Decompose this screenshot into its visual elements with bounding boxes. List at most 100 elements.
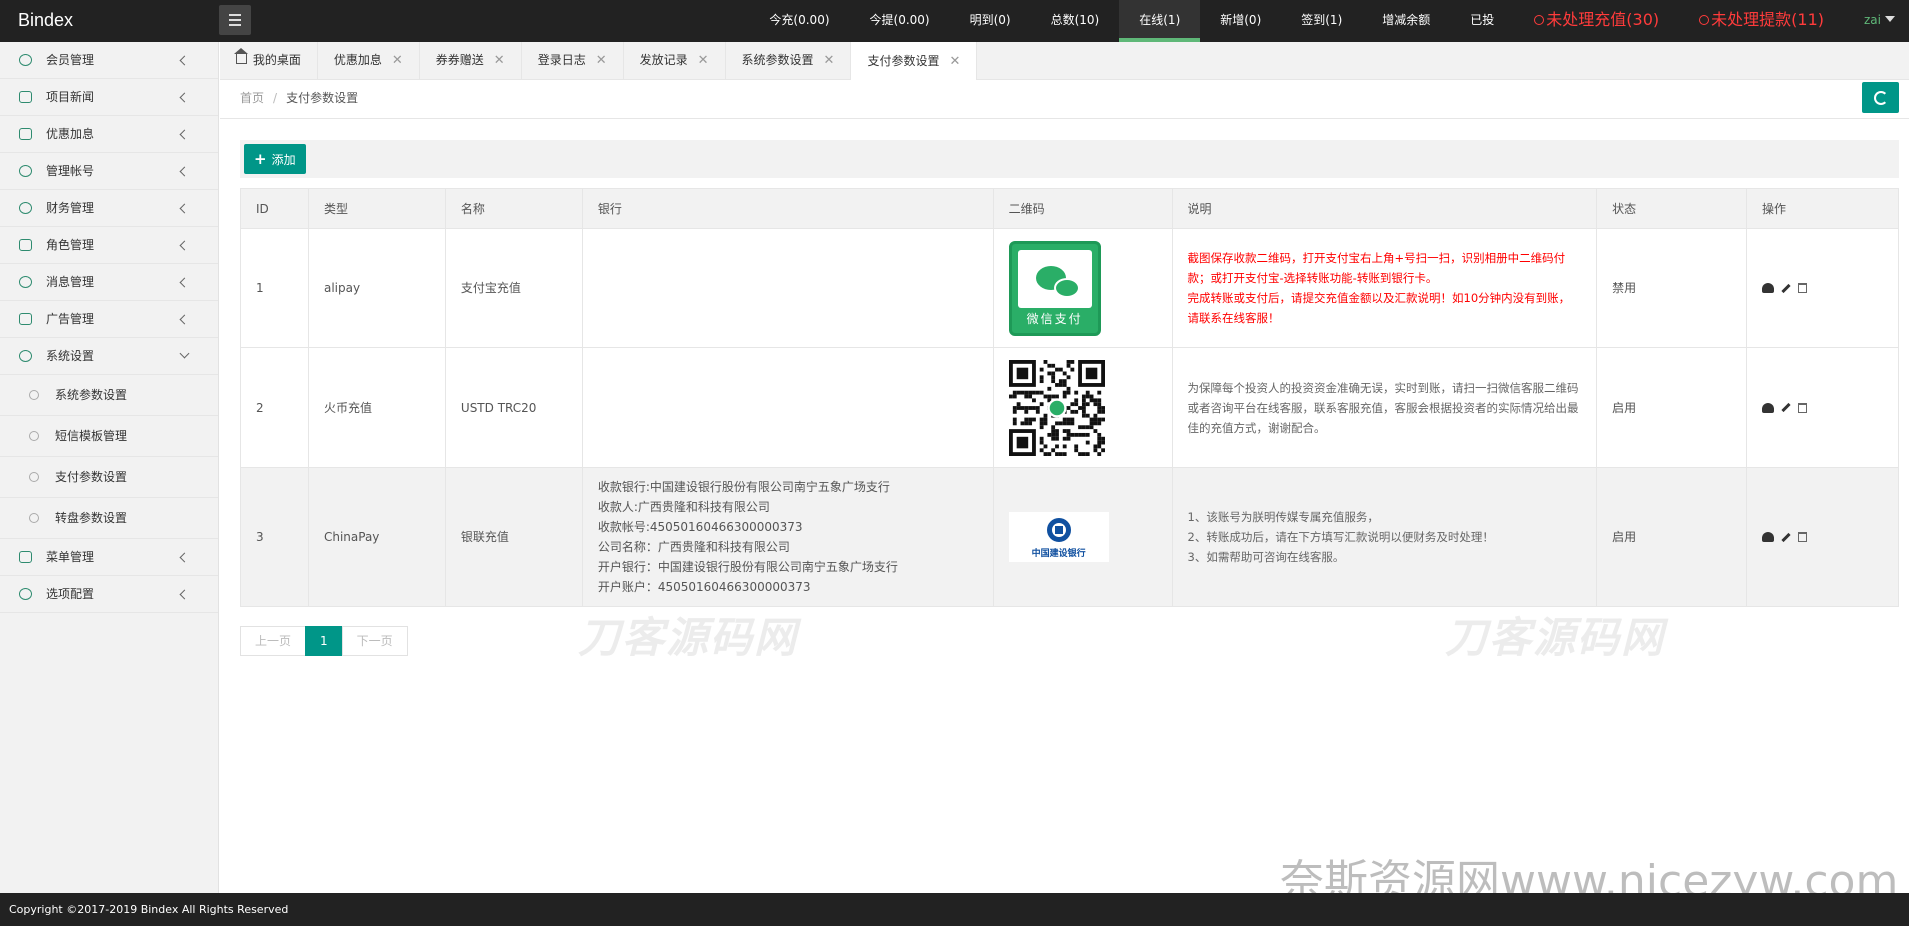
prev-page-button[interactable]: 上一页 (240, 626, 307, 656)
cell-description: 为保障每个投资人的投资资金准确无误，实时到账，请扫一扫微信客服二维码或者咨询平台… (1171, 347, 1598, 468)
sidebar-item-ads[interactable]: 广告管理 (0, 301, 218, 338)
delete-icon[interactable] (1798, 283, 1808, 293)
sidebar-item-messages[interactable]: 消息管理 (0, 264, 218, 301)
sidebar-sub-payment-params[interactable]: 支付参数设置 (0, 457, 218, 498)
breadcrumb-home[interactable]: 首页 (240, 91, 264, 105)
nav-invested[interactable]: 已投 (1450, 0, 1514, 42)
add-button[interactable]: + 添加 (244, 144, 306, 174)
col-name[interactable]: 名称 (444, 188, 583, 229)
chevron-left-icon (179, 55, 190, 66)
chevron-left-icon (179, 92, 190, 103)
bank-line: 开户账户：45050160466300000373 (597, 580, 811, 594)
home-icon (234, 48, 248, 64)
tab-login-log[interactable]: 登录日志 ✕ (522, 42, 624, 79)
tab-desktop[interactable]: 我的桌面 (220, 42, 318, 79)
chevron-left-icon (179, 589, 190, 600)
close-icon[interactable]: ✕ (824, 42, 835, 79)
wechat-pay-logo[interactable]: 微信支付 (1008, 240, 1101, 336)
app-logo[interactable]: Bindex (18, 0, 73, 40)
nav-online[interactable]: 在线(1) (1119, 0, 1201, 42)
menu-toggle-button[interactable] (219, 5, 251, 35)
col-bank[interactable]: 银行 (581, 188, 994, 229)
col-type[interactable]: 类型 (307, 188, 446, 229)
qr-code-image[interactable] (1008, 359, 1105, 456)
sidebar-item-promotions[interactable]: 优惠加息 (0, 116, 218, 153)
cell-bank (581, 228, 994, 348)
sidebar-sub-system-params[interactable]: 系统参数设置 (0, 375, 218, 416)
close-icon[interactable]: ✕ (392, 42, 403, 79)
chevron-left-icon (179, 240, 190, 251)
chevron-left-icon (179, 314, 190, 325)
sidebar-item-members[interactable]: 会员管理 (0, 42, 218, 79)
cell-actions (1746, 347, 1899, 468)
nav-tomorrow-due[interactable]: 明到(0) (950, 0, 1031, 42)
edit-icon[interactable] (1781, 402, 1791, 413)
nav-pending-withdraw[interactable]: 未处理提款(11) (1679, 0, 1844, 42)
ccb-mark-icon (1046, 518, 1071, 542)
alert-icon (1699, 15, 1710, 25)
sidebar-item-options[interactable]: 选项配置 (0, 576, 218, 613)
nav-pending-recharge[interactable]: 未处理充值(30) (1514, 0, 1679, 42)
user-icon (19, 54, 32, 66)
book-icon (19, 91, 32, 103)
close-icon[interactable]: ✕ (596, 42, 607, 79)
cell-status: 禁用 (1596, 228, 1748, 348)
col-qrcode[interactable]: 二维码 (992, 188, 1173, 229)
delete-icon[interactable] (1798, 402, 1808, 413)
upload-icon[interactable] (1762, 283, 1775, 293)
page-1-button[interactable]: 1 (305, 626, 343, 656)
tab-promotions[interactable]: 优惠加息 ✕ (318, 42, 420, 79)
tab-coupons[interactable]: 券券赠送 ✕ (420, 42, 522, 79)
upload-icon[interactable] (1762, 532, 1775, 542)
sidebar-sub-sms-templates[interactable]: 短信模板管理 (0, 416, 218, 457)
nav-new[interactable]: 新增(0) (1200, 0, 1281, 42)
nav-checkin[interactable]: 签到(1) (1281, 0, 1362, 42)
next-page-button[interactable]: 下一页 (341, 626, 408, 656)
col-actions[interactable]: 操作 (1746, 188, 1899, 229)
upload-icon[interactable] (1762, 402, 1775, 413)
edit-icon[interactable] (1781, 283, 1791, 293)
sidebar: 会员管理 项目新闻 优惠加息 管理帐号 财务管理 角色管理 消息管理 广告管理 … (0, 42, 219, 893)
ccb-bank-logo[interactable]: 中国建设银行 (1008, 512, 1109, 562)
sidebar-item-news[interactable]: 项目新闻 (0, 79, 218, 116)
col-description[interactable]: 说明 (1171, 188, 1598, 229)
bank-line: 收款帐号:45050160466300000373 (597, 520, 803, 534)
sidebar-item-finance[interactable]: 财务管理 (0, 190, 218, 227)
chevron-left-icon (179, 552, 190, 563)
nav-today-withdraw[interactable]: 今提(0.00) (850, 0, 950, 42)
nav-adjust-balance[interactable]: 增减余额 (1362, 0, 1450, 42)
col-id[interactable]: ID (240, 188, 309, 229)
cell-type: 火币充值 (307, 347, 446, 468)
cell-qrcode: 微信支付 (992, 228, 1173, 348)
cell-bank (581, 347, 994, 468)
nav-total[interactable]: 总数(10) (1031, 0, 1120, 42)
nav-today-recharge[interactable]: 今充(0.00) (749, 0, 849, 42)
yen-icon (19, 202, 32, 214)
edit-icon[interactable] (1781, 532, 1791, 542)
refresh-button[interactable] (1862, 82, 1899, 113)
watermark: 刀客源码网 (1445, 613, 1666, 662)
plus-icon: + (254, 150, 267, 168)
pagination: 上一页 1 下一页 (240, 626, 408, 656)
table-row[interactable]: 3 ChinaPay 银联充值 收款银行:中国建设银行股份有限公司南宁五象广场支… (240, 467, 1899, 607)
close-icon[interactable]: ✕ (494, 42, 505, 79)
bank-line: 公司名称：广西贵隆和科技有限公司 (597, 540, 790, 554)
tab-issue-records[interactable]: 发放记录 ✕ (624, 42, 726, 79)
col-status[interactable]: 状态 (1596, 188, 1748, 229)
close-icon[interactable]: ✕ (949, 43, 960, 80)
sidebar-item-roles[interactable]: 角色管理 (0, 227, 218, 264)
bank-line: 收款人:广西贵隆和科技有限公司 (597, 500, 770, 514)
user-menu[interactable]: zai (1844, 0, 1909, 42)
delete-icon[interactable] (1798, 532, 1808, 542)
sidebar-item-admin-accounts[interactable]: 管理帐号 (0, 153, 218, 190)
cell-qrcode: 中国建设银行 (992, 467, 1173, 607)
sidebar-sub-wheel-params[interactable]: 转盘参数设置 (0, 498, 218, 539)
close-icon[interactable]: ✕ (698, 42, 709, 79)
alert-icon (1534, 15, 1545, 25)
table-row[interactable]: 2 火币充值 USTD TRC20 为保障每个投资人的投资资金准确无误，实时到账… (240, 347, 1899, 468)
tab-payment-params[interactable]: 支付参数设置 ✕ (851, 42, 978, 80)
tab-system-params[interactable]: 系统参数设置 ✕ (726, 42, 852, 79)
sidebar-item-menus[interactable]: 菜单管理 (0, 539, 218, 576)
table-row[interactable]: 1 alipay 支付宝充值 微信支付 截图保存收款二维码，打开支付宝右上角+号… (240, 228, 1899, 348)
sidebar-item-system-settings[interactable]: 系统设置 (0, 338, 218, 375)
